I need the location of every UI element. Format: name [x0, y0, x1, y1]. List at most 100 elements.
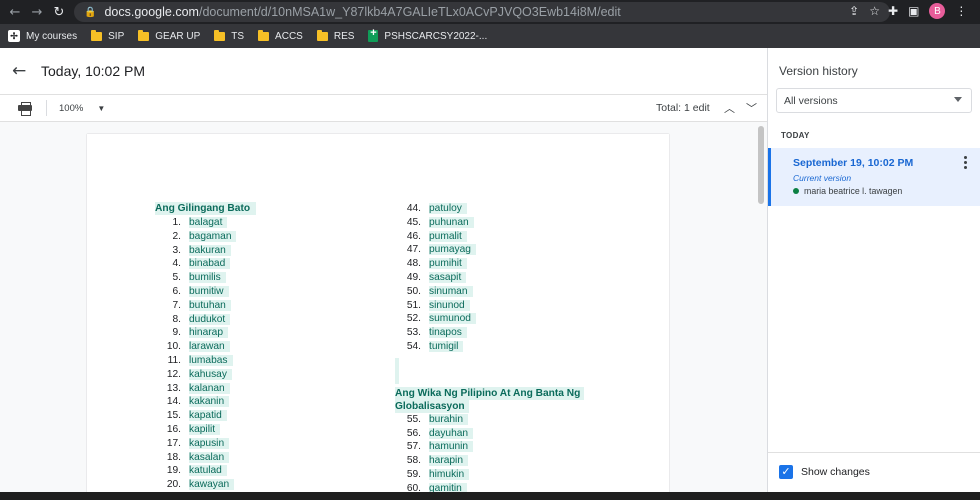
zoom-select[interactable]: 100%: [59, 103, 83, 114]
show-changes-checkbox[interactable]: ✓: [779, 465, 793, 479]
bookmark-star-icon[interactable]: ☆: [869, 4, 880, 18]
menu-kebab-icon[interactable]: ⋮: [955, 4, 967, 18]
list-word: bumitiw: [189, 285, 229, 297]
bookmark-pshscarcsy[interactable]: PSHSCARCSY2022-...: [368, 27, 487, 42]
list-item: 55. burahin: [395, 413, 584, 427]
list-item: 3. bakuran: [155, 244, 256, 258]
bookmark-gear-up[interactable]: GEAR UP: [138, 29, 200, 42]
back-arrow-icon[interactable]: ←: [12, 61, 34, 81]
list-word: dayuhan: [429, 427, 474, 439]
forward-icon[interactable]: →: [26, 5, 48, 20]
folder-icon: [316, 29, 328, 41]
previous-edit-icon[interactable]: ︿: [724, 100, 735, 116]
list-number: 44.: [406, 203, 421, 214]
scrollbar[interactable]: [758, 126, 764, 204]
list-number: 47.: [406, 244, 421, 256]
list-word: hamunin: [429, 441, 474, 453]
list-number: 6.: [172, 285, 182, 297]
list-item: 48. pumihit: [395, 257, 584, 271]
list-word: sinunod: [429, 299, 470, 311]
left-column: Ang Gilingang Bato 1. balagat 2. bagaman 3. b…: [155, 202, 257, 492]
list-word: butuhan: [189, 299, 231, 311]
list-word: hinarap: [189, 327, 228, 339]
list-item: 8. dudukot: [155, 313, 256, 327]
list-item: 20. kawayan: [155, 478, 256, 492]
next-edit-icon[interactable]: ﹀: [746, 100, 757, 116]
print-icon[interactable]: [18, 102, 32, 116]
folder-icon: [258, 29, 270, 41]
list-word: larawan: [189, 341, 230, 353]
list-item: 16. kapilit: [155, 423, 256, 437]
share-icon[interactable]: ⇪: [849, 4, 859, 18]
list-item: 52. sumunod: [395, 312, 584, 326]
url-text: docs.google.com/document/d/10nMSA1w_Y87l…: [104, 5, 620, 19]
bookmark-sip[interactable]: SIP: [91, 29, 124, 42]
list-word: katulad: [189, 465, 227, 477]
list-word: pumihit: [429, 258, 467, 270]
list-item: 7. butuhan: [155, 299, 256, 313]
total-edits: Total: 1 edit: [656, 102, 710, 114]
list-word: pumalit: [429, 230, 467, 242]
section-heading: Ang Wika Ng Pilipino At Ang Banta Ng Glo…: [395, 386, 585, 413]
list-item: 58. harapin: [395, 454, 584, 468]
os-taskbar: [0, 492, 980, 500]
list-word: sasapit: [429, 271, 467, 283]
address-bar[interactable]: 🔒 docs.google.com/document/d/10nMSA1w_Y8…: [74, 2, 890, 22]
folder-icon: [214, 29, 226, 41]
back-icon[interactable]: ←: [4, 5, 26, 20]
list-number: 19.: [166, 465, 181, 477]
more-options-icon[interactable]: [964, 156, 968, 169]
highlight-marker: [395, 357, 399, 384]
list-item: 10. larawan: [155, 340, 256, 354]
list-item: 9. hinarap: [155, 326, 256, 340]
section-label: TODAY: [781, 131, 810, 140]
list-number: 48.: [406, 258, 421, 270]
bookmark-label: ACCS: [275, 30, 303, 42]
bookmark-label: My courses: [26, 30, 78, 42]
list-number: 53.: [406, 327, 421, 339]
list-word: bumilis: [189, 272, 226, 284]
bookmark-res[interactable]: RES: [316, 29, 354, 42]
list-number: 51.: [406, 299, 421, 311]
list-item: 53. tinapos: [395, 326, 584, 340]
version-date: September 19, 10:02 PM: [793, 157, 914, 169]
folder-icon: [138, 29, 150, 41]
profile-avatar[interactable]: B: [929, 3, 946, 19]
list-number: 55.: [406, 413, 421, 425]
reload-icon[interactable]: ↻: [48, 5, 70, 20]
version-header: ← Today, 10:02 PM: [0, 48, 767, 94]
list-word: harapin: [429, 455, 468, 467]
list-number: 5.: [172, 272, 182, 284]
sheets-icon: [368, 27, 379, 42]
lock-icon[interactable]: 🔒: [84, 7, 96, 18]
panel-title: Version history: [779, 64, 858, 78]
list-item: 45. puhunan: [395, 216, 584, 230]
bookmark-accs[interactable]: ACCS: [258, 29, 303, 42]
zoom-caret-icon[interactable]: ▼: [97, 104, 105, 113]
list-number: 10.: [166, 341, 181, 353]
list-number: 20.: [166, 479, 181, 491]
url-path: /document/d/10nMSA1w_Y87lkb4A7GALIeTLx0A…: [198, 5, 621, 19]
bookmark-my-courses[interactable]: ✢ My courses: [8, 30, 77, 42]
list-word: lumabas: [189, 354, 233, 366]
version-entry[interactable]: September 19, 10:02 PM Current version m…: [768, 148, 980, 206]
list-word: patuloy: [429, 203, 467, 214]
extensions-icon[interactable]: ✚: [888, 4, 898, 18]
version-filter-select[interactable]: All versions: [776, 88, 972, 113]
document-page: Ang Gilingang Bato 1. balagat 2. bagaman 3. b…: [87, 134, 669, 492]
list-item: 59. himukin: [395, 468, 584, 482]
version-author: maria beatrice l. tawagen: [793, 186, 902, 196]
list-item: 51. sinunod: [395, 299, 584, 313]
list-number: 16.: [166, 423, 181, 435]
url-host: docs.google.com: [104, 5, 199, 19]
list-number: 45.: [406, 216, 421, 228]
list-item: 54. tumigil: [395, 340, 584, 354]
list-word: kasalan: [189, 451, 230, 463]
list-number: 17.: [166, 437, 181, 449]
bookmark-ts[interactable]: TS: [214, 29, 244, 42]
list-number: 1.: [172, 217, 182, 228]
list-word: bakuran: [189, 244, 231, 256]
list-item: 49. sasapit: [395, 271, 584, 285]
sidepanel-icon[interactable]: ▣: [908, 4, 919, 18]
list-word: tumigil: [429, 340, 464, 352]
